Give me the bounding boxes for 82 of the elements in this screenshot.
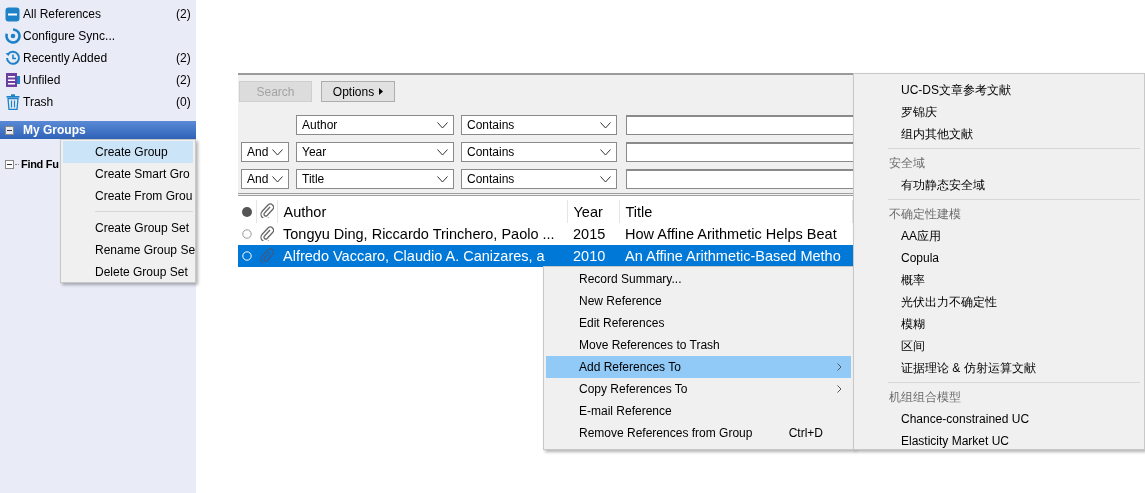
column-header[interactable]: Author	[277, 200, 567, 223]
menu-item[interactable]: New Reference	[546, 290, 851, 312]
chevron-down-icon	[272, 148, 283, 156]
menu-item[interactable]: Create Group Set	[63, 217, 193, 239]
search-field[interactable]	[626, 115, 854, 135]
menu-item[interactable]: Create From Grou	[63, 185, 193, 207]
connector-dropdown[interactable]: And	[241, 169, 289, 189]
column-header[interactable]: Year	[567, 200, 619, 223]
field-dropdown[interactable]: Author	[296, 115, 454, 135]
chevron-down-icon	[437, 148, 448, 156]
sidebar-item[interactable]: Recently Added (2)	[0, 47, 196, 69]
table-cell: Alfredo Vaccaro, Claudio A. Canizares, a	[277, 245, 567, 267]
collapse-icon[interactable]	[5, 159, 14, 169]
menu-item[interactable]: Copula	[856, 247, 1142, 269]
menu-item[interactable]: Create Group	[63, 141, 193, 163]
sync-icon	[4, 28, 21, 44]
menu-item[interactable]: Remove References from Group Ctrl+D	[546, 422, 851, 444]
search-field[interactable]	[626, 169, 854, 189]
sidebar-item[interactable]: Unfiled (2)	[0, 69, 196, 91]
table-cell: Tongyu Ding, Riccardo Trinchero, Paolo ...	[277, 223, 567, 245]
table-row[interactable]: Tongyu Ding, Riccardo Trinchero, Paolo ... 2015 How Affine Arithmetic Helps Beat	[238, 223, 853, 245]
sidebar-item[interactable]: All References (2)	[0, 3, 196, 25]
paperclip-icon	[259, 224, 274, 241]
chevron-right-icon	[837, 385, 842, 393]
table-cell: How Affine Arithmetic Helps Beat	[619, 223, 853, 245]
menu-item[interactable]: 组内其他文献	[856, 123, 1142, 145]
table-row[interactable]: Alfredo Vaccaro, Claudio A. Canizares, a 2010 An Affine Arithmetic-Based Metho	[238, 245, 853, 267]
circle-icon	[242, 251, 252, 261]
chevron-down-icon	[600, 148, 611, 156]
menu-item[interactable]: 证据理论 & 仿射运算文献	[856, 357, 1142, 379]
menu-item[interactable]: Chance-constrained UC	[856, 408, 1142, 430]
column-header[interactable]: Title	[619, 200, 853, 223]
menu-item[interactable]: Edit References	[546, 312, 851, 334]
menu-item[interactable]: Add References To	[546, 356, 851, 378]
collapse-icon[interactable]	[5, 125, 14, 135]
menu-item[interactable]: 有功静态安全域	[856, 174, 1142, 196]
menu-item[interactable]: 模糊	[856, 313, 1142, 335]
chevron-down-icon	[437, 121, 448, 129]
menu-item[interactable]: UC-DS文章参考文献	[856, 79, 1142, 101]
chevron-down-icon	[437, 175, 448, 183]
clock-icon	[4, 50, 21, 66]
menu-item[interactable]: Rename Group Se	[63, 239, 193, 261]
document-icon	[4, 72, 21, 88]
menu-item[interactable]: E-mail Reference	[546, 400, 851, 422]
table-cell: An Affine Arithmetic-Based Metho	[619, 245, 853, 267]
field-dropdown[interactable]: Year	[296, 142, 454, 162]
menu-heading: 机组组合模型	[888, 388, 962, 406]
table-cell: 2010	[567, 245, 619, 267]
menu-item[interactable]: AA应用	[856, 225, 1142, 247]
operator-dropdown[interactable]: Contains	[461, 142, 617, 162]
connector-dropdown[interactable]: And	[241, 142, 289, 162]
paperclip-icon	[259, 246, 274, 263]
menu-item[interactable]: Record Summary...	[546, 268, 851, 290]
field-dropdown[interactable]: Title	[296, 169, 454, 189]
trash-icon	[4, 94, 21, 110]
menu-item[interactable]: 概率	[856, 269, 1142, 291]
menu-item[interactable]: Create Smart Gro	[63, 163, 193, 185]
operator-dropdown[interactable]: Contains	[461, 115, 617, 135]
chevron-right-icon	[837, 363, 842, 371]
options-button[interactable]: Options	[321, 81, 395, 102]
tree-item[interactable]: Find Fu	[21, 158, 59, 170]
stack-icon	[4, 6, 21, 22]
menu-item[interactable]: 光伏出力不确定性	[856, 291, 1142, 313]
sidebar-item[interactable]: Trash (0)	[0, 91, 196, 113]
menu-heading: 安全域	[888, 154, 926, 172]
menu-item[interactable]: Move References to Trash	[546, 334, 851, 356]
group-header[interactable]: My Groups	[0, 121, 196, 139]
menu-item[interactable]: Copy References To	[546, 378, 851, 400]
chevron-down-icon	[600, 175, 611, 183]
caret-right-icon	[379, 88, 384, 95]
operator-dropdown[interactable]: Contains	[461, 169, 617, 189]
search-field[interactable]	[626, 142, 854, 162]
menu-item[interactable]: Delete Group Set	[63, 261, 193, 282]
chevron-down-icon	[600, 121, 611, 129]
chevron-down-icon	[272, 175, 283, 183]
menu-item[interactable]: 罗锦庆	[856, 101, 1142, 123]
table-cell: 2015	[567, 223, 619, 245]
menu-item[interactable]: 区间	[856, 335, 1142, 357]
circle-icon	[242, 229, 252, 239]
sidebar-item[interactable]: Configure Sync...	[0, 25, 196, 47]
menu-item[interactable]: Elasticity Market UC	[856, 430, 1142, 449]
menu-heading: 不确定性建模	[888, 205, 962, 223]
